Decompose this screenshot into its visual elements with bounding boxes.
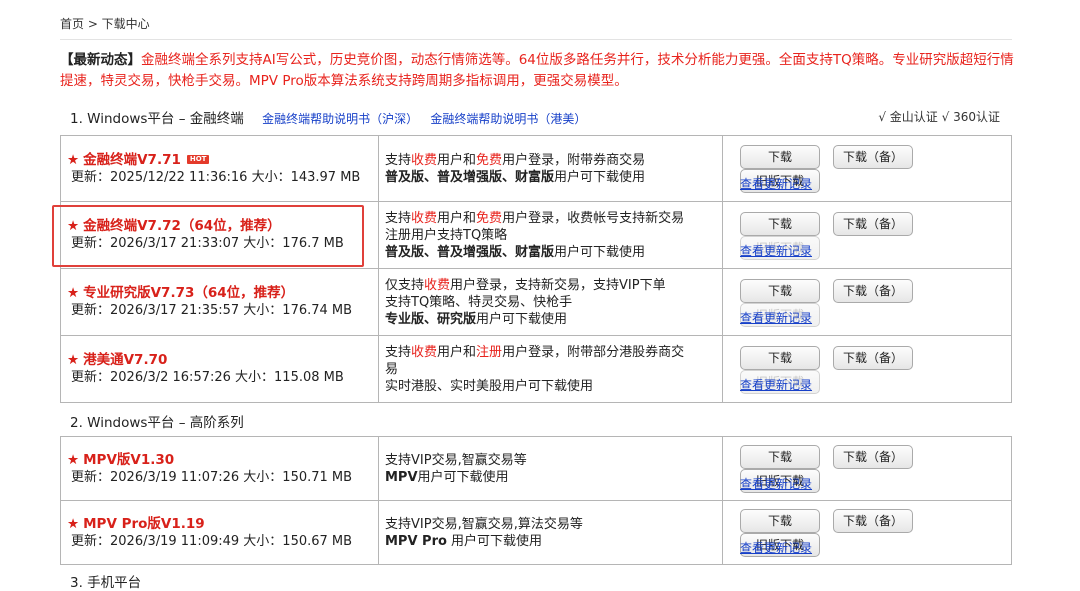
star-icon: ★	[67, 285, 80, 301]
product-description: 支持VIP交易,智赢交易,算法交易等 MPV Pro 用户可下载使用	[378, 500, 723, 565]
changelog-link[interactable]: 查看更新记录	[740, 376, 1011, 393]
product-description: 支持收费用户和免费用户登录，附带券商交易 普及版、普及增强版、财富版用户可下载使…	[378, 135, 723, 202]
download-table-terminal: ★ 金融终端V7.71 HOT 更新：2025/12/22 11:36:16 大小：…	[60, 135, 1012, 403]
breadcrumb: 首页 > 下载中心	[60, 17, 150, 31]
download-button[interactable]: 下载	[740, 211, 820, 236]
table-row: ★ 专业研究版V7.73（64位，推荐） 更新：2026/3/17 21:35:5…	[60, 268, 1012, 336]
product-name: MPV Pro版V1.19	[83, 515, 205, 532]
section-1-title: 1. Windows平台 – 金融终端	[70, 111, 244, 127]
product-description: 支持VIP交易,智赢交易等 MPV用户可下载使用	[378, 436, 723, 501]
product-update: 更新：2025/12/22 11:36:16 大小：143.97 MB	[71, 169, 361, 185]
download-backup-button[interactable]: 下载（备）	[833, 509, 913, 533]
news-banner: 【最新动态】金融终端全系列支持AI写公式，历史竞价图，动态行情筛选等。64位版多…	[60, 50, 1015, 92]
product-name: 金融终端V7.71	[83, 151, 181, 168]
product-description: 支持收费用户和注册用户登录，附带部分港股券商交 易 实时港股、实时美股用户可下载…	[378, 335, 723, 403]
download-button[interactable]: 下载	[740, 345, 820, 370]
table-row: ★ 港美通V7.70 更新：2026/3/2 16:57:26 大小：115.08…	[60, 335, 1012, 403]
changelog-link[interactable]: 查看更新记录	[740, 475, 1011, 492]
news-label: 【最新动态】	[60, 52, 141, 68]
download-backup-button[interactable]: 下载（备）	[833, 445, 913, 469]
download-button[interactable]: 下载	[740, 145, 820, 169]
table-row: ★ MPV Pro版V1.19 更新：2026/3/19 11:09:49 大小：…	[60, 500, 1012, 565]
help-manual-sh-sz-link[interactable]: 金融终端帮助说明书（沪深）	[262, 112, 418, 126]
download-button[interactable]: 下载	[740, 278, 820, 303]
section-2-title: 2. Windows平台 – 高阶系列	[70, 415, 244, 431]
download-backup-button[interactable]: 下载（备）	[833, 345, 913, 370]
star-icon: ★	[67, 451, 80, 468]
download-backup-button[interactable]: 下载（备）	[833, 145, 913, 169]
section-3-title: 3. 手机平台	[70, 575, 142, 591]
star-icon: ★	[67, 515, 80, 532]
changelog-link[interactable]: 查看更新记录	[740, 309, 1011, 326]
section-1-header: 1. Windows平台 – 金融终端 金融终端帮助说明书（沪深） 金融终端帮助…	[70, 107, 586, 127]
news-text: 金融终端全系列支持AI写公式，历史竞价图，动态行情筛选等。64位版多路任务并行，…	[60, 52, 1014, 89]
star-icon: ★	[67, 352, 80, 368]
highlight-box	[52, 205, 364, 267]
product-name: MPV版V1.30	[83, 451, 175, 468]
star-icon: ★	[67, 151, 80, 168]
hot-badge: HOT	[186, 155, 210, 164]
download-backup-button[interactable]: 下载（备）	[833, 211, 913, 236]
download-table-advanced: ★ MPV版V1.30 更新：2026/3/19 11:07:26 大小：150.…	[60, 436, 1012, 565]
download-backup-button[interactable]: 下载（备）	[833, 278, 913, 303]
changelog-link[interactable]: 查看更新记录	[740, 175, 1011, 192]
product-update: 更新：2026/3/19 11:07:26 大小：150.71 MB	[71, 469, 353, 485]
divider	[60, 39, 1012, 40]
changelog-link[interactable]: 查看更新记录	[740, 539, 1011, 556]
changelog-link[interactable]: 查看更新记录	[740, 242, 1011, 259]
product-update: 更新：2026/3/19 11:09:49 大小：150.67 MB	[71, 533, 353, 549]
table-row: ★ 金融终端V7.71 HOT 更新：2025/12/22 11:36:16 大小：…	[60, 135, 1012, 202]
product-update: 更新：2026/3/17 21:35:57 大小：176.74 MB	[71, 303, 353, 318]
table-row: ★ MPV版V1.30 更新：2026/3/19 11:07:26 大小：150.…	[60, 436, 1012, 501]
download-button[interactable]: 下载	[740, 509, 820, 533]
product-description: 仅支持收费用户登录，支持新交易，支持VIP下单 支持TQ策略、特灵交易、快枪手 …	[378, 268, 723, 336]
help-manual-hk-us-link[interactable]: 金融终端帮助说明书（港美）	[430, 112, 586, 126]
product-description: 支持收费用户和免费用户登录，收费帐号支持新交易 注册用户支持TQ策略 普及版、普…	[378, 201, 723, 269]
product-name: 专业研究版V7.73（64位，推荐）	[83, 285, 295, 301]
product-update: 更新：2026/3/2 16:57:26 大小：115.08 MB	[71, 370, 344, 385]
download-button[interactable]: 下载	[740, 445, 820, 469]
product-name: 港美通V7.70	[83, 352, 168, 368]
certifications: √ 金山认证 √ 360认证	[878, 110, 1000, 124]
